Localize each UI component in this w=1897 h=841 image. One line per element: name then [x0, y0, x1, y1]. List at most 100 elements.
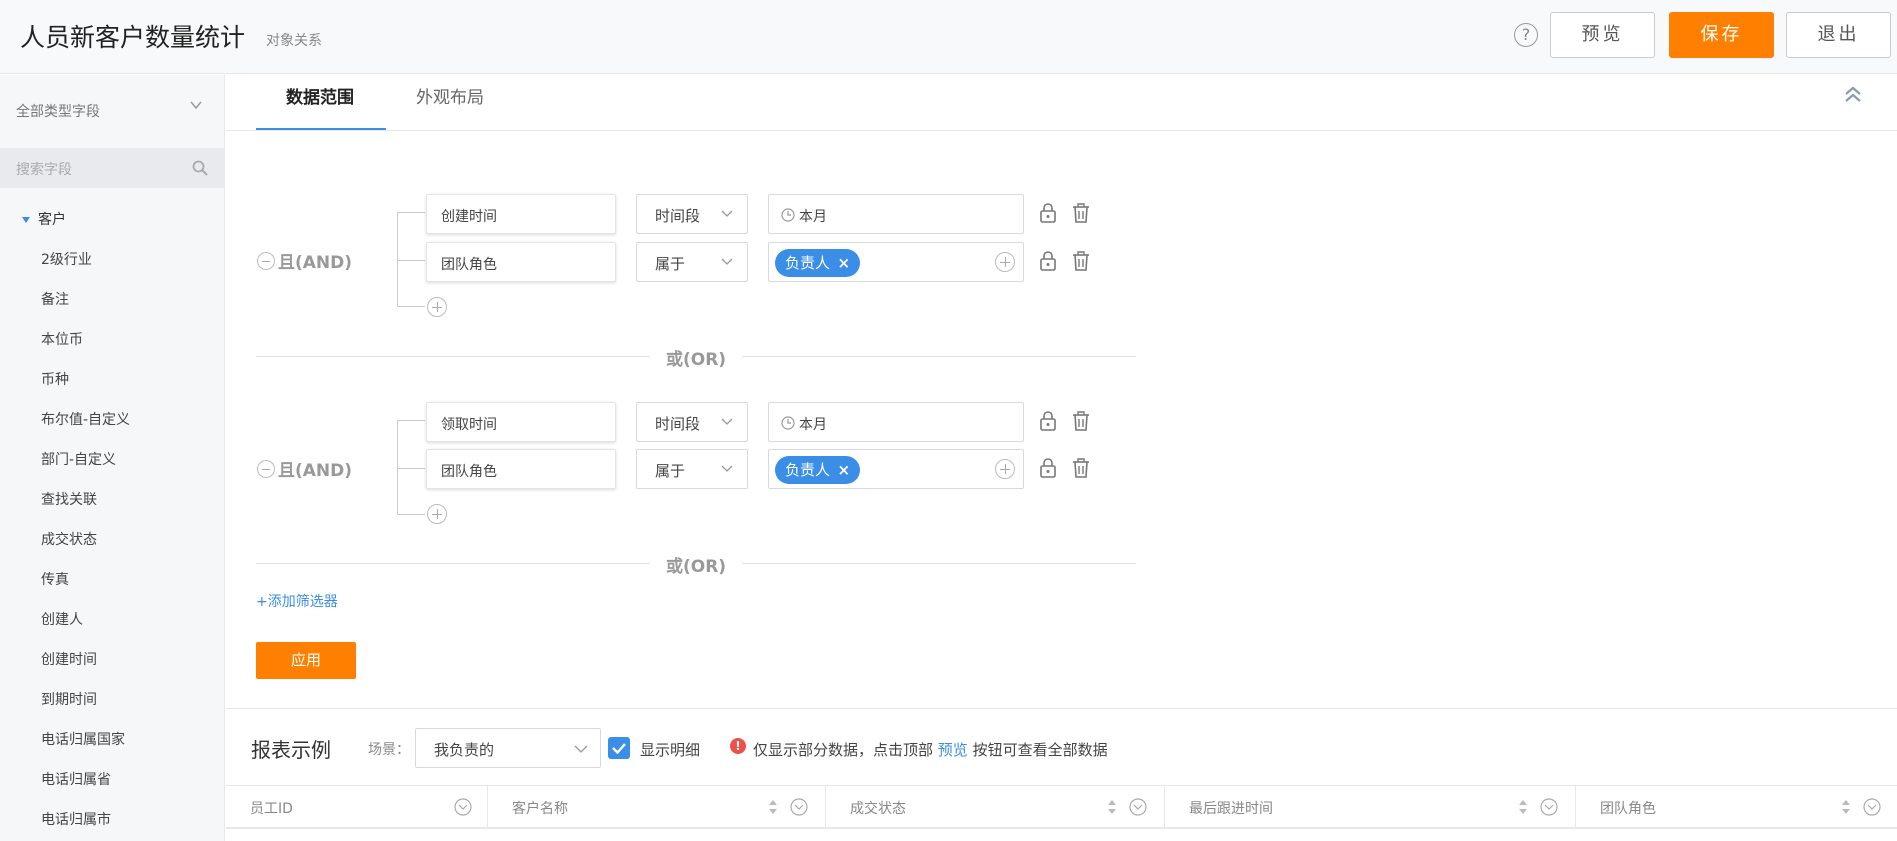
filter-icon[interactable]	[454, 798, 472, 816]
column-header[interactable]: 员工ID	[226, 786, 488, 828]
bracket-connector	[397, 306, 425, 307]
chevron-down-icon	[721, 418, 733, 425]
trash-icon[interactable]	[1071, 202, 1091, 224]
remove-tag-icon[interactable]: ×	[837, 249, 850, 277]
column-label: 客户名称	[512, 801, 568, 817]
condition-field[interactable]: 创建时间	[426, 194, 616, 234]
scene-select[interactable]: 我负责的	[415, 728, 601, 768]
lock-icon[interactable]	[1038, 202, 1058, 224]
column-header[interactable]: 客户名称	[488, 786, 826, 828]
lock-icon[interactable]	[1038, 457, 1058, 479]
bracket-connector	[397, 514, 425, 515]
column-header[interactable]: 成交状态	[826, 786, 1165, 828]
condition-value-input[interactable]: 本月	[768, 194, 1024, 234]
column-label: 团队角色	[1600, 801, 1656, 817]
warning-icon: !	[730, 738, 746, 754]
lock-icon[interactable]	[1038, 410, 1058, 432]
sidebar-field[interactable]: 币种	[41, 369, 69, 389]
condition-operator[interactable]: 时间段	[636, 194, 748, 234]
tab-data-range[interactable]: 数据范围	[286, 83, 354, 108]
sort-icon[interactable]	[1518, 799, 1528, 815]
value-tag: 负责人 ×	[775, 249, 861, 277]
condition-field[interactable]: 团队角色	[426, 242, 616, 282]
sort-icon[interactable]	[768, 799, 778, 815]
bracket-connector	[397, 212, 425, 213]
condition-field[interactable]: 团队角色	[426, 449, 616, 489]
bracket-connector	[397, 468, 425, 469]
page-subtitle: 对象关系	[266, 33, 322, 49]
collapse-up-icon[interactable]	[1844, 85, 1862, 105]
tab-appearance-layout[interactable]: 外观布局	[416, 83, 484, 108]
preview-button[interactable]: 预览	[1550, 12, 1655, 58]
sidebar-field[interactable]: 到期时间	[41, 689, 97, 709]
sidebar-field[interactable]: 创建人	[41, 609, 83, 629]
column-header[interactable]: 团队角色	[1576, 786, 1897, 828]
chevron-down-icon	[574, 745, 588, 753]
save-button[interactable]: 保存	[1669, 12, 1774, 58]
notice-preview-link[interactable]: 预览	[938, 741, 968, 759]
filter-icon[interactable]	[790, 798, 808, 816]
minus-circle-icon[interactable]	[257, 460, 275, 478]
condition-operator[interactable]: 属于	[636, 242, 748, 282]
condition-tag-input[interactable]: 负责人 ×	[768, 449, 1024, 489]
operator-label: 时间段	[655, 415, 701, 433]
trash-icon[interactable]	[1071, 250, 1091, 272]
condition-tag-input[interactable]: 负责人 ×	[768, 242, 1024, 282]
column-header[interactable]: 最后跟进时间	[1165, 786, 1576, 828]
sidebar-field[interactable]: 备注	[41, 289, 69, 309]
sort-icon[interactable]	[1841, 799, 1851, 815]
sidebar-field[interactable]: 电话归属市	[41, 809, 111, 829]
sidebar-field[interactable]: 本位币	[41, 329, 83, 349]
help-icon[interactable]: ?	[1514, 23, 1538, 47]
sidebar-field[interactable]: 创建时间	[41, 649, 97, 669]
search-field[interactable]: 搜索字段	[0, 148, 225, 188]
scene-value: 我负责的	[434, 741, 495, 759]
sort-icon[interactable]	[1107, 799, 1117, 815]
filter-icon[interactable]	[1863, 798, 1881, 816]
plus-circle-icon[interactable]	[995, 252, 1015, 272]
filter-icon[interactable]	[1540, 798, 1558, 816]
sidebar-field[interactable]: 查找关联	[41, 489, 97, 509]
value-tag: 负责人 ×	[775, 456, 861, 484]
add-condition-icon[interactable]	[427, 297, 447, 317]
sidebar-field[interactable]: 传真	[41, 569, 69, 589]
sidebar-field[interactable]: 2级行业	[41, 249, 92, 269]
check-icon	[612, 743, 626, 755]
sidebar-field[interactable]: 布尔值-自定义	[41, 409, 130, 429]
tree-root-customer[interactable]: 客户	[22, 209, 66, 229]
search-icon[interactable]	[192, 160, 208, 176]
search-input[interactable]: 搜索字段	[16, 159, 72, 179]
condition-value-input[interactable]: 本月	[768, 402, 1024, 442]
filter-icon[interactable]	[1129, 798, 1147, 816]
field-sidebar: 全部类型字段 搜索字段 客户 2级行业 备注 本位币 币种 布尔值-自定义 部门…	[0, 75, 225, 841]
sidebar-field[interactable]: 部门-自定义	[41, 449, 116, 469]
trash-icon[interactable]	[1071, 457, 1091, 479]
trash-icon[interactable]	[1071, 410, 1091, 432]
remove-tag-icon[interactable]: ×	[837, 456, 850, 484]
apply-button[interactable]: 应用	[256, 642, 356, 679]
add-filter-link[interactable]: +添加筛选器	[256, 591, 338, 611]
bracket-connector	[397, 260, 425, 261]
chevron-down-icon	[721, 210, 733, 217]
minus-circle-icon[interactable]	[257, 252, 275, 270]
and-logic-label[interactable]: 且(AND)	[278, 248, 352, 273]
or-logic-label: 或(OR)	[650, 552, 743, 577]
show-detail-checkbox[interactable]	[608, 737, 630, 759]
tag-label: 负责人	[785, 254, 831, 272]
chevron-down-icon[interactable]	[190, 99, 202, 111]
condition-operator[interactable]: 时间段	[636, 402, 748, 442]
add-condition-icon[interactable]	[427, 504, 447, 524]
lock-icon[interactable]	[1038, 250, 1058, 272]
exit-button[interactable]: 退出	[1786, 12, 1891, 58]
chevron-down-icon	[721, 465, 733, 472]
condition-operator[interactable]: 属于	[636, 449, 748, 489]
clock-icon	[781, 416, 795, 430]
sidebar-field[interactable]: 成交状态	[41, 529, 97, 549]
sidebar-field[interactable]: 电话归属省	[41, 769, 111, 789]
plus-circle-icon[interactable]	[995, 459, 1015, 479]
field-type-select[interactable]: 全部类型字段	[16, 101, 100, 121]
sidebar-field[interactable]: 电话归属国家	[41, 729, 125, 749]
caret-down-icon[interactable]	[22, 217, 30, 223]
and-logic-label[interactable]: 且(AND)	[278, 456, 352, 481]
condition-field[interactable]: 领取时间	[426, 402, 616, 442]
